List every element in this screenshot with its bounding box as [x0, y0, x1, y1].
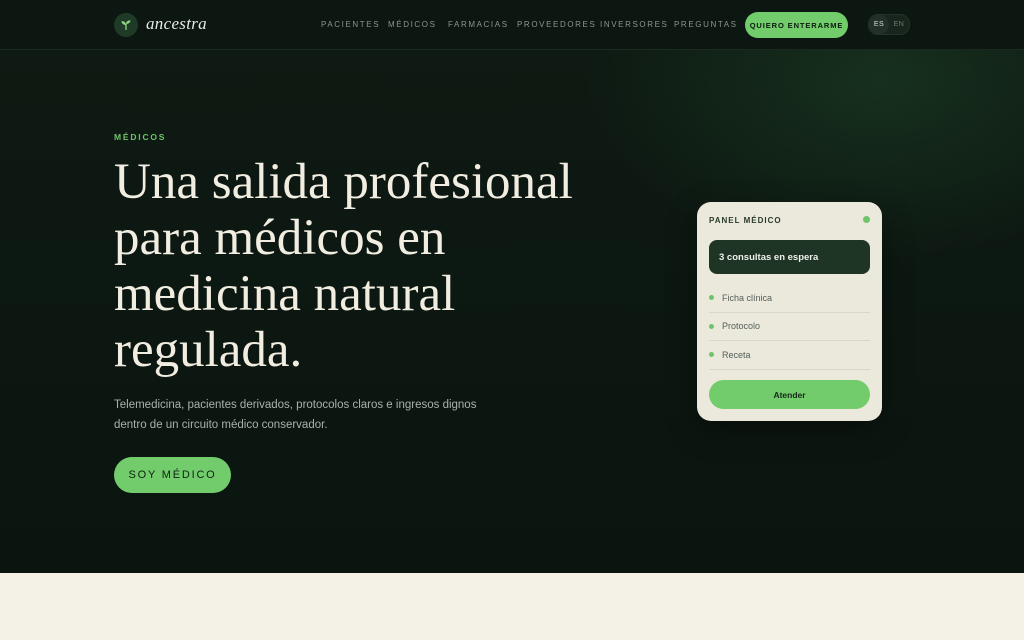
language-switcher: ES EN — [868, 14, 910, 35]
brand-logo-text[interactable]: ancestra — [146, 14, 207, 34]
lower-section — [0, 573, 1024, 640]
nav-link-farmacias[interactable]: Farmacias — [448, 20, 509, 29]
hero-headline: Una salida profesional para médicos en m… — [114, 154, 634, 378]
atender-button[interactable]: Atender — [709, 380, 870, 409]
panel-title: PANEL MÉDICO — [709, 216, 782, 225]
soy-medico-button[interactable]: SOY MÉDICO — [114, 457, 231, 493]
panel-list: Ficha clínica Protocolo Receta — [709, 284, 870, 370]
headline-line-2: para médicos en — [114, 210, 446, 266]
section-eyebrow: MÉDICOS — [114, 132, 167, 142]
bullet-dot-icon — [709, 352, 714, 358]
headline-line-4: regulada. — [114, 322, 303, 378]
list-item-label: Protocolo — [722, 321, 761, 332]
language-es[interactable]: ES — [869, 15, 889, 34]
nav-link-proveedores[interactable]: Proveedores — [517, 20, 596, 29]
list-item-label: Receta — [722, 349, 751, 360]
list-item: Receta — [709, 341, 870, 370]
sprout-icon[interactable] — [114, 13, 138, 37]
top-nav: ancestra Pacientes Médicos Farmacias Pro… — [0, 0, 1024, 50]
panel-medico-card: PANEL MÉDICO 3 consultas en espera Ficha… — [697, 202, 882, 421]
headline-line-1: Una salida profesional — [114, 154, 573, 210]
list-item: Ficha clínica — [709, 284, 870, 313]
hero-section: ancestra Pacientes Médicos Farmacias Pro… — [0, 0, 1024, 573]
list-item-label: Ficha clínica — [722, 292, 773, 303]
hero-subtitle: Telemedicina, pacientes derivados, proto… — [114, 399, 477, 431]
nav-link-pacientes[interactable]: Pacientes — [321, 20, 380, 29]
nav-link-medicos[interactable]: Médicos — [388, 20, 437, 29]
quiero-enterarme-button[interactable]: Quiero enterarme — [745, 12, 848, 38]
headline-line-3: medicina natural — [114, 266, 456, 322]
language-en[interactable]: EN — [889, 15, 909, 34]
nav-link-inversores[interactable]: Inversores — [600, 20, 668, 29]
nav-link-preguntas[interactable]: Preguntas — [674, 20, 738, 29]
bullet-dot-icon — [709, 323, 714, 329]
bullet-dot-icon — [709, 295, 714, 301]
consultas-banner: 3 consultas en espera — [709, 240, 870, 274]
list-item: Protocolo — [709, 313, 870, 341]
status-dot-icon — [863, 216, 870, 223]
